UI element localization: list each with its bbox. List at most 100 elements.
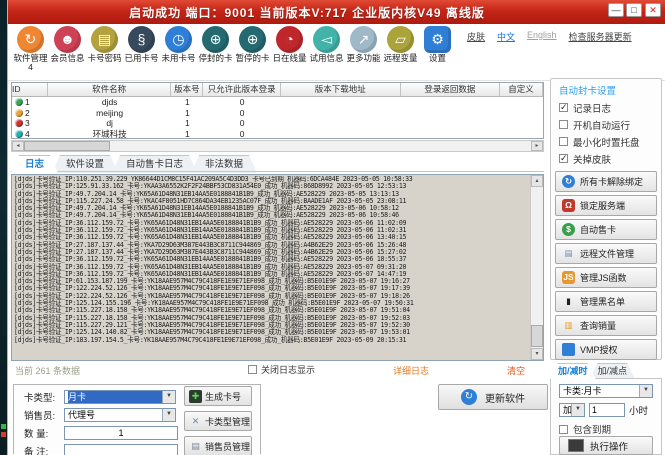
scroll-up-arrow-icon[interactable]: ▴ [531,175,543,187]
card-type-manage-button[interactable]: ✕ 卡类型管理 [184,411,252,431]
globe-icon: ⊕ [239,26,266,53]
toolbar-item[interactable]: ▤ 卡号密码 [86,26,123,72]
toolbar-item[interactable]: ↗ 更多功能 [345,26,382,72]
include-expired-checkbox[interactable]: 包含到期 [559,422,611,436]
log-vscrollbar[interactable]: ▴ ▾ [530,175,543,360]
unit-label: 小时 [629,403,648,417]
checkbox-icon[interactable] [559,120,568,129]
sidebar-button[interactable]: ▤ 远程文件管理 [555,243,657,264]
settings-checkbox[interactable]: 最小化时置托盘 [559,133,640,150]
sidebar-button[interactable]: JS 管理JS函数 [555,267,657,288]
main-window: 启动成功 端口：9001 当前版本V:717 企业版内核V49 离线版 — □ … [7,0,665,455]
close-log-checkbox[interactable]: 关闭日志显示 [248,363,315,376]
top-link[interactable]: 中文 [497,30,515,43]
seller-select[interactable]: 代理号 ▼ [64,408,176,422]
chevron-down-icon[interactable]: ▼ [639,385,652,397]
log-panel[interactable]: [djds]卡号验证_IP:110.251.39.229_YK86644D1CM… [11,174,544,361]
toolbar-item-badge [308,63,345,72]
vscroll-thumb[interactable] [531,325,543,347]
maximize-button[interactable]: □ [626,3,642,17]
document-icon: ▤ [562,247,575,260]
checkbox-icon[interactable] [559,425,568,434]
toolbar-item[interactable]: ◷ 未用卡号 [160,26,197,72]
only-version-cell: 0 [203,129,281,139]
amount-input[interactable] [589,403,625,417]
top-link[interactable]: 检查服务器更新 [569,30,632,43]
version-cell: 1 [171,118,203,128]
toolbar-item[interactable]: § 已用卡号 [123,26,160,72]
toolbar-item[interactable]: ▱ 远程变量 [382,26,419,72]
shield-icon: ▼ [562,343,575,356]
js-box-icon: JS [562,271,575,284]
toolbar-item[interactable]: ⚙ 设置 [419,26,456,72]
toolbar-item[interactable]: ⊕ 停封的卡 [197,26,234,72]
column-header[interactable]: 版本号 [171,83,203,96]
sidebar-button[interactable]: $ 自动售卡 [555,219,657,240]
operation-select[interactable]: 加 ▼ [559,403,585,417]
column-header[interactable]: 登录返回数据 [401,83,501,96]
sidebar-button[interactable]: Ω 锁定服务端 [555,195,657,216]
checkbox-icon[interactable] [559,103,568,112]
chevron-down-icon[interactable]: ▼ [571,404,584,416]
toolbar-item[interactable]: ↻ 软件管理 4 [12,26,49,72]
column-header[interactable]: 只允许此版本登录 [203,83,281,96]
execute-button[interactable]: 执行操作 [559,436,653,455]
column-header[interactable]: 自定义 [500,83,543,96]
timer-icon: ◔ [276,26,303,53]
minimize-button[interactable]: — [608,3,624,17]
checkbox-icon[interactable] [248,365,257,374]
auto-ban-settings-title: 自动封卡设置 [559,83,616,97]
software-name: dj [48,118,172,128]
scroll-left-arrow-icon[interactable]: ◂ [12,141,24,151]
toolbar-item-label: 卡号密码 [86,53,123,63]
scroll-right-arrow-icon[interactable]: ▸ [531,141,543,151]
title-bar[interactable]: 启动成功 端口：9001 当前版本V:717 企业版内核V49 离线版 — □ … [8,0,665,24]
column-header[interactable]: 版本下载地址 [281,83,401,96]
toolbar-item[interactable]: ◅ 试用信息 [308,26,345,72]
time-adjust-panel: 卡类:月卡 ▼ 加 ▼ 小时 包含到期 执行操作 [550,378,662,455]
table-body: 1 djds 1 0 2 meijing 1 0 [12,97,543,139]
column-header[interactable]: 软件名称 [48,83,172,96]
settings-checkbox[interactable]: 关掉皮肤 [559,150,640,167]
tab[interactable]: 加/减点 [590,363,636,379]
toolbar-item-badge [345,63,382,72]
table-row[interactable]: 2 meijing 1 0 [12,108,543,119]
tab[interactable]: 日志 [11,155,58,173]
toolbar-item[interactable]: ⊕ 暂停的卡 [234,26,271,72]
toolbar-item[interactable]: ☻ 会员信息 [49,26,86,72]
seller-manage-button[interactable]: ▤ 销售员管理 [184,436,252,455]
chevron-down-icon[interactable]: ▼ [162,409,175,421]
top-link[interactable]: English [527,30,557,43]
checkbox-icon[interactable] [559,154,568,163]
remark-input[interactable] [64,444,178,455]
tab[interactable]: 加/减时 [550,363,596,379]
generate-card-button[interactable]: ✚ 生成卡号 [184,386,252,406]
quantity-input[interactable] [64,426,178,440]
time-card-type-select[interactable]: 卡类:月卡 ▼ [559,384,653,398]
scroll-down-arrow-icon[interactable]: ▾ [531,348,543,360]
detail-log-link[interactable]: 详细日志 [393,364,429,377]
close-button[interactable]: ✕ [645,3,661,17]
toolbar-item[interactable]: ◔ 日在线量 [271,26,308,72]
chevron-down-icon[interactable]: ▼ [162,391,175,403]
sidebar-button[interactable]: ▼ VMP授权 [555,339,657,360]
sidebar-button[interactable]: ↻ 所有卡解除绑定 [555,171,657,192]
checkbox-icon[interactable] [559,137,568,146]
seller-label: 销售员: [24,408,64,422]
update-software-button[interactable]: ↻ 更新软件 [438,384,548,410]
toolbar-item-label: 远程变量 [382,53,419,63]
table-hscrollbar[interactable]: ◂ ▸ [11,140,544,152]
taskbar-mini-icon [1,424,6,429]
table-row[interactable]: 1 djds 1 0 [12,97,543,108]
sidebar-button[interactable]: ▮ 管理黑名单 [555,291,657,312]
toolbar-item-badge [197,63,234,72]
sidebar-button[interactable]: ▥ 查询销量 [555,315,657,336]
column-header[interactable]: ID [12,83,48,96]
top-link[interactable]: 皮肤 [467,30,485,43]
card-type-select[interactable]: 月卡 ▼ [64,390,176,404]
settings-checkbox[interactable]: 开机自动运行 [559,116,640,133]
settings-checkbox[interactable]: 记录日志 [559,99,640,116]
hscroll-thumb[interactable] [24,141,110,151]
table-row[interactable]: 4 环城科技 1 0 [12,129,543,140]
clear-log-link[interactable]: 清空 [507,364,525,377]
